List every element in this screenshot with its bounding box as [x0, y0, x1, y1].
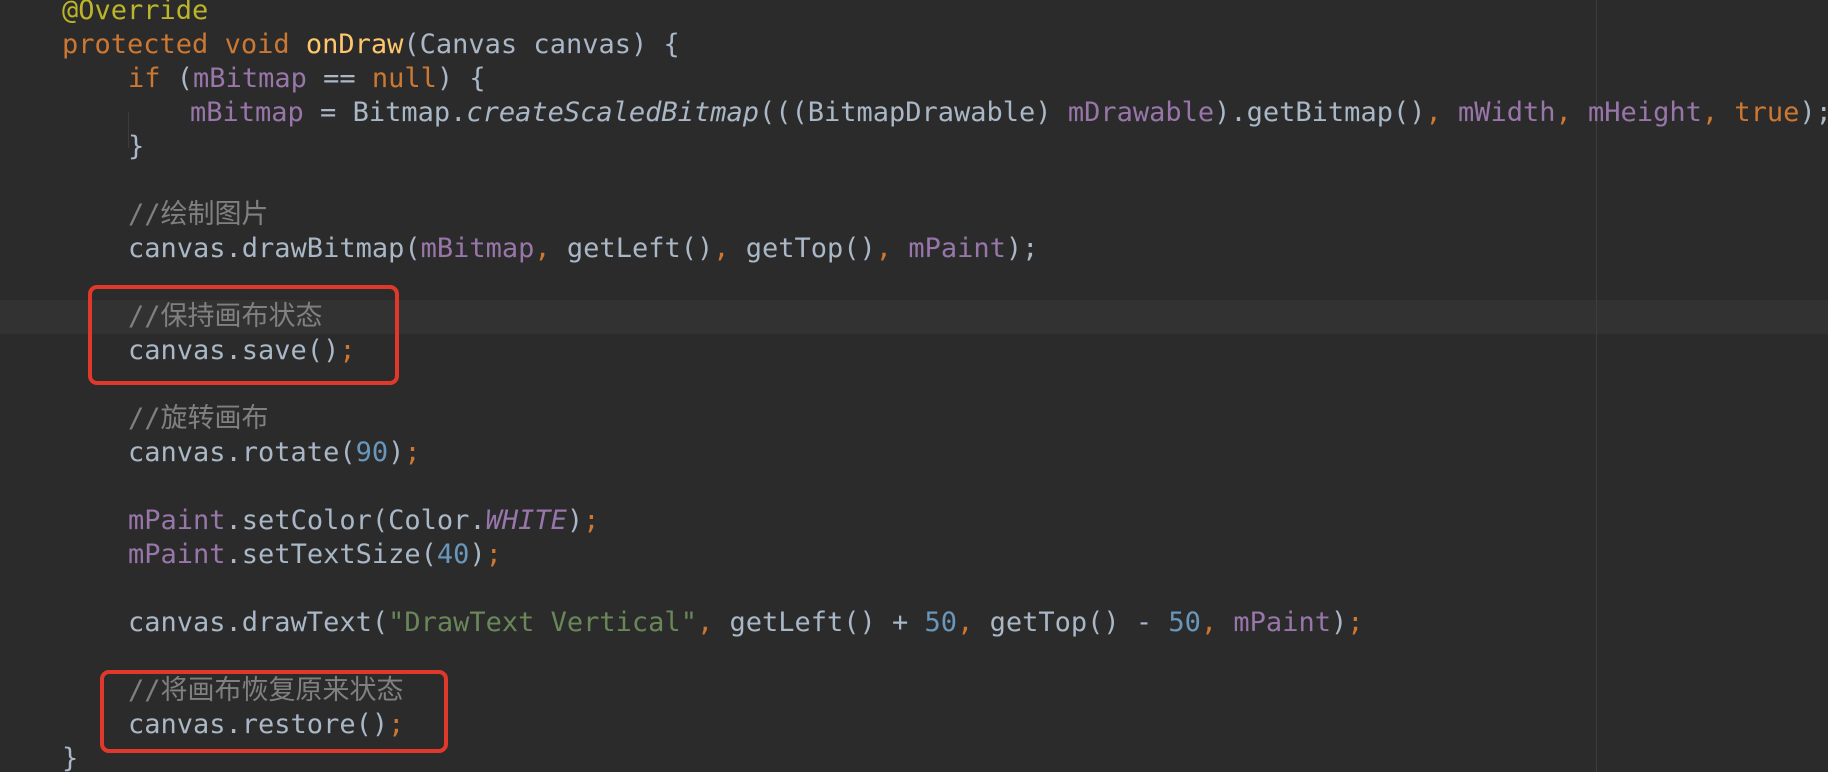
code-token: = Bitmap.: [303, 97, 467, 128]
code-token: createScaledBitmap: [466, 97, 759, 128]
code-token: getLeft(): [566, 233, 714, 264]
code-token: mBitmap: [420, 233, 535, 264]
code-token: ): [566, 505, 584, 536]
code-token: mDrawable: [1067, 97, 1215, 128]
code-token: (Canvas canvas) {: [403, 29, 680, 60]
code-token: (: [176, 63, 194, 94]
code-token: }: [62, 743, 79, 772]
code-token: .setColor(Color.: [225, 505, 486, 536]
highlight-box-save: [88, 285, 399, 385]
code-line[interactable]: //旋转画布: [128, 402, 269, 436]
code-token: mPaint: [908, 233, 1006, 264]
code-token: if: [128, 63, 177, 94]
code-token: true: [1734, 97, 1800, 128]
code-token: getTop() -: [989, 607, 1169, 638]
code-token: void: [224, 29, 306, 60]
code-token: @Override: [62, 0, 209, 26]
code-token: 40: [436, 539, 470, 570]
highlight-box-restore: [100, 670, 448, 753]
code-token: ) {: [436, 63, 486, 94]
code-token: mHeight: [1588, 97, 1702, 128]
code-token: (((BitmapDrawable): [758, 97, 1068, 128]
code-line[interactable]: mPaint.setTextSize(40);: [128, 538, 502, 572]
code-token: mBitmap: [190, 97, 304, 128]
code-token: 90: [355, 437, 389, 468]
code-line[interactable]: canvas.drawText("DrawText Vertical", get…: [128, 606, 1364, 640]
code-line[interactable]: //绘制图片: [128, 198, 269, 232]
code-line[interactable]: mBitmap = Bitmap.createScaledBitmap(((Bi…: [190, 96, 1828, 130]
code-token: ;: [583, 505, 600, 536]
code-token: ,: [534, 233, 567, 264]
code-token: ,: [1200, 607, 1234, 638]
code-token: }: [128, 131, 145, 162]
code-token: null: [371, 63, 437, 94]
code-token: .setTextSize(: [225, 539, 437, 570]
code-token: mPaint: [128, 539, 226, 570]
code-token: ==: [306, 63, 372, 94]
code-token: ,: [696, 607, 730, 638]
code-token: );: [1005, 233, 1039, 264]
code-token: mPaint: [128, 505, 226, 536]
code-token: ;: [485, 539, 502, 570]
code-token: protected: [62, 29, 225, 60]
code-token: WHITE: [485, 505, 567, 536]
code-token: //旋转画布: [128, 403, 269, 434]
code-line[interactable]: protected void onDraw(Canvas canvas) {: [62, 28, 680, 62]
code-token: canvas.rotate(: [128, 437, 356, 468]
code-token: ,: [1701, 97, 1735, 128]
code-line[interactable]: mPaint.setColor(Color.WHITE);: [128, 504, 599, 538]
code-token: ,: [875, 233, 909, 264]
code-line[interactable]: }: [62, 742, 78, 772]
code-token: mPaint: [1233, 607, 1331, 638]
code-token: ,: [957, 607, 990, 638]
code-token: ): [1330, 607, 1348, 638]
code-line[interactable]: if (mBitmap == null) {: [128, 62, 486, 96]
code-token: ;: [404, 437, 421, 468]
code-token: ,: [713, 233, 746, 264]
code-token: mBitmap: [193, 63, 307, 94]
code-line[interactable]: canvas.rotate(90);: [128, 436, 421, 470]
code-token: ).getBitmap(): [1214, 97, 1426, 128]
code-token: canvas.drawBitmap(: [128, 233, 421, 264]
code-line[interactable]: canvas.drawBitmap(mBitmap, getLeft(), ge…: [128, 232, 1038, 266]
code-token: ,: [1555, 97, 1589, 128]
code-token: "DrawText Vertical": [388, 607, 697, 638]
code-token: canvas.drawText(: [128, 607, 389, 638]
code-line[interactable]: }: [128, 130, 144, 164]
code-token: ): [388, 437, 405, 468]
code-token: );: [1799, 97, 1828, 128]
code-token: 50: [924, 607, 958, 638]
code-token: getLeft() +: [729, 607, 925, 638]
code-token: ;: [1347, 607, 1364, 638]
code-token: getTop(): [745, 233, 876, 264]
code-token: ,: [1425, 97, 1458, 128]
code-editor[interactable]: @Override protected void onDraw(Canvas ca…: [0, 0, 1828, 772]
code-token: //绘制图片: [128, 199, 269, 230]
code-token: mWidth: [1457, 97, 1556, 128]
code-token: onDraw: [305, 29, 404, 60]
code-token: 50: [1168, 607, 1201, 638]
code-token: ): [469, 539, 486, 570]
code-line[interactable]: @Override: [62, 0, 208, 28]
